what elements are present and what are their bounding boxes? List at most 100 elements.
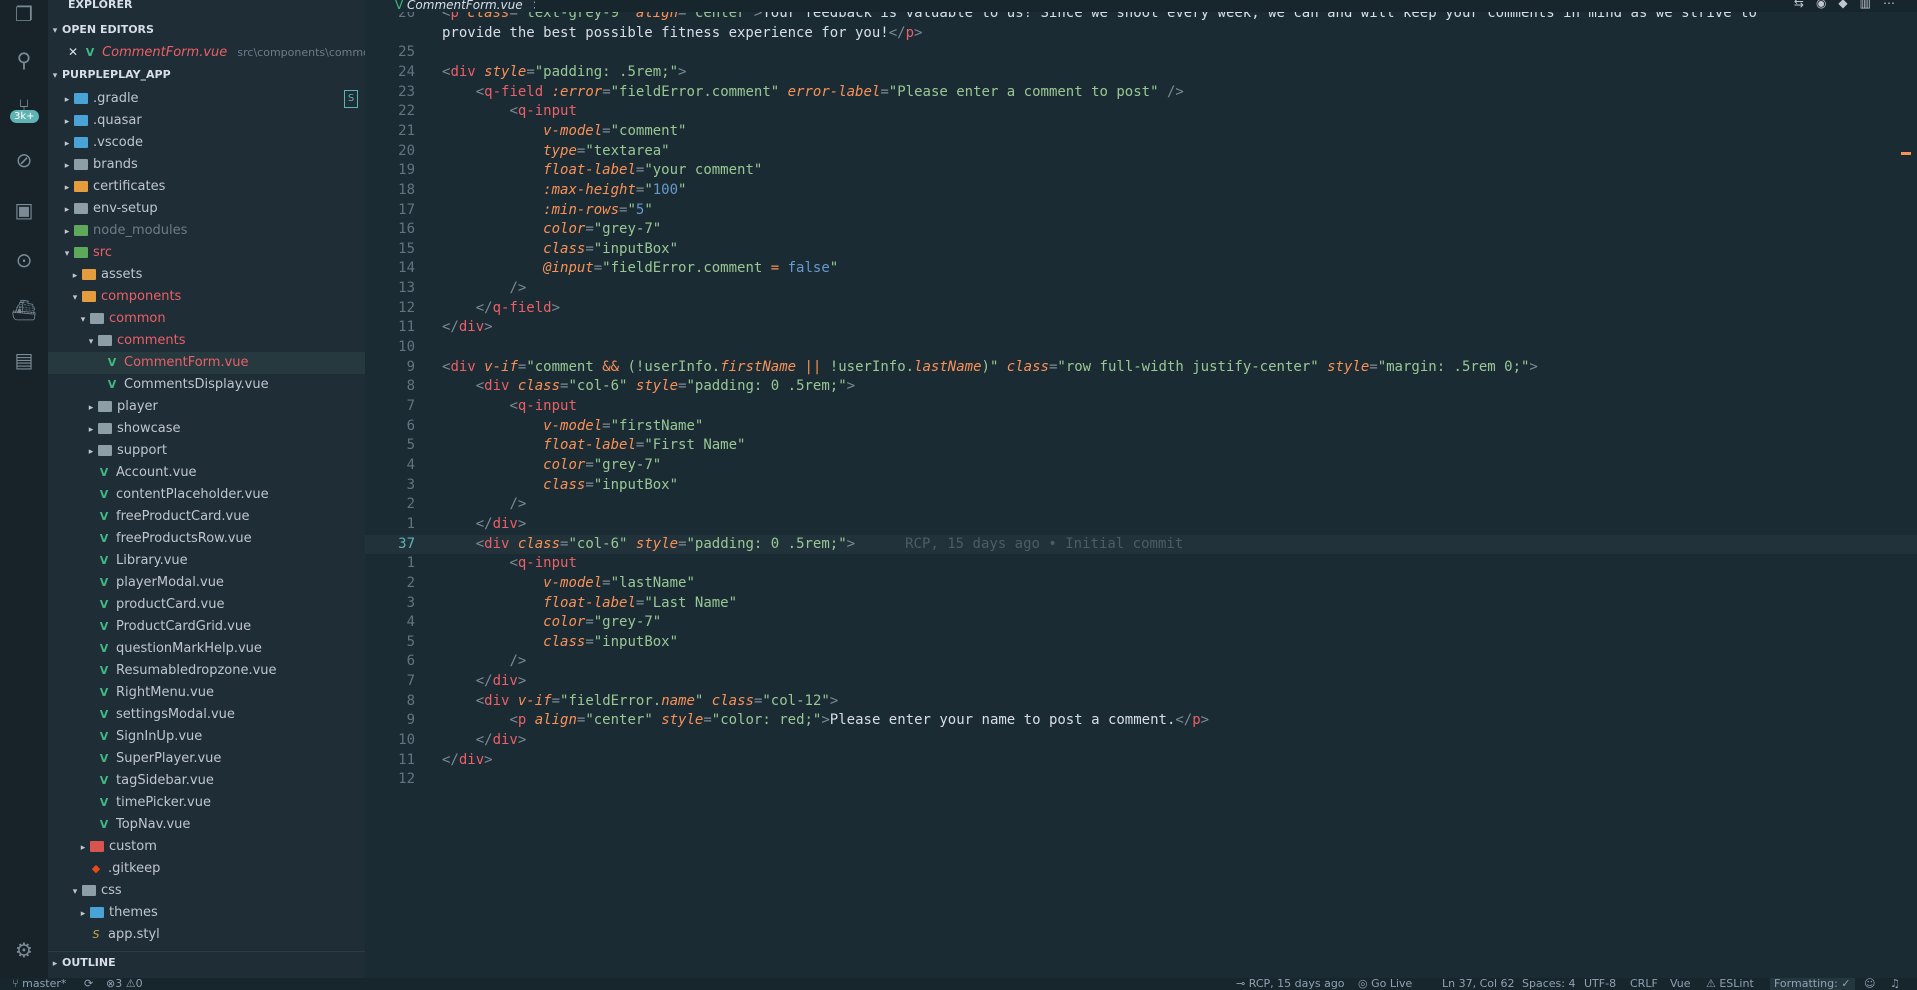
code-line[interactable]: 6 v-model="firstName" (365, 417, 1917, 437)
git-icon[interactable]: ◆ (1838, 0, 1859, 10)
tree-folder[interactable]: ▾ components (48, 286, 365, 308)
formatting-indicator[interactable]: Formatting: ✓ (1770, 978, 1855, 990)
code-line[interactable]: 9 <div v-if="comment && (!userInfo.firstN… (365, 358, 1917, 378)
code-line[interactable]: 9 <p align="center" style="color: red;">… (365, 711, 1917, 731)
problems-indicator[interactable]: ⊗3 ⚠0 (106, 978, 143, 990)
tree-file[interactable]: V CommentsDisplay.vue (48, 374, 365, 396)
code-line[interactable]: 26 <p class="text-grey-9" align="center">… (365, 12, 1917, 24)
code-line[interactable]: 12 </q-field> (365, 299, 1917, 319)
tree-file[interactable]: V Library.vue (48, 550, 365, 572)
tree-folder[interactable]: ▸ themes (48, 902, 365, 924)
tree-file[interactable]: Sapp.styl (48, 924, 365, 946)
tree-file[interactable]: V RightMenu.vue (48, 682, 365, 704)
tree-folder[interactable]: ▸ brands (48, 154, 365, 176)
tree-file[interactable]: VplayerModal.vue (48, 572, 365, 594)
tree-file[interactable]: V SuperPlayer.vue (48, 748, 365, 770)
code-line[interactable]: 3 class="inputBox" (365, 476, 1917, 496)
code-editor[interactable]: 26 <p class="text-grey-9" align="center">… (365, 12, 1917, 978)
code-line[interactable]: 13 /> (365, 279, 1917, 299)
code-line[interactable]: 24 <div style="padding: .5rem;"> (365, 63, 1917, 83)
code-line[interactable]: 2 v-model="lastName" (365, 574, 1917, 594)
close-icon[interactable]: ✕ (68, 45, 78, 59)
tree-file[interactable]: VfreeProductsRow.vue (48, 528, 365, 550)
branch-indicator[interactable]: ⑂ master* (12, 978, 66, 990)
files-icon[interactable]: ❐ (10, 0, 38, 28)
code-line[interactable]: 1 </div> (365, 515, 1917, 535)
tree-file[interactable]: V Resumabledropzone.vue (48, 660, 365, 682)
code-line[interactable]: 17 :min-rows="5" (365, 201, 1917, 221)
project-manager-icon[interactable]: ▤ (10, 346, 38, 374)
blame-indicator[interactable]: ⊸ RCP, 15 days ago (1236, 978, 1345, 990)
encoding[interactable]: UTF-8 (1584, 978, 1616, 990)
tree-folder[interactable]: ▾ src (48, 242, 365, 264)
compare-icon[interactable]: ⇆ (1794, 0, 1816, 10)
tree-file[interactable]: V TopNav.vue (48, 814, 365, 836)
tree-folder[interactable]: ▸ showcase (48, 418, 365, 440)
code-line[interactable]: 4 color="grey-7" (365, 613, 1917, 633)
code-line[interactable]: 8 <div v-if="fieldError.name" class="col… (365, 692, 1917, 712)
code-line[interactable]: 11 </div> (365, 751, 1917, 771)
code-line[interactable]: 14 @input="fieldError.comment = false" (365, 259, 1917, 279)
code-line[interactable]: 3 float-label="Last Name" (365, 594, 1917, 614)
code-line[interactable]: 8 <div class="col-6" style="padding: 0 .… (365, 377, 1917, 397)
tree-folder[interactable]: ▸ custom (48, 836, 365, 858)
code-line[interactable]: 22 <q-input (365, 102, 1917, 122)
tree-file[interactable]: V ProductCardGrid.vue (48, 616, 365, 638)
code-line[interactable]: 7 </div> (365, 672, 1917, 692)
git-history-icon[interactable]: ⊙ (10, 246, 38, 274)
search-icon[interactable]: ⚲ (10, 46, 38, 74)
close-icon[interactable]: × (532, 0, 535, 12)
split-editor-icon[interactable]: ▥ (1860, 0, 1883, 10)
tab-commentform[interactable]: V CommentForm.vue × (365, 0, 535, 12)
code-line[interactable]: 7 <q-input (365, 397, 1917, 417)
code-line[interactable]: 18 :max-height="100" (365, 181, 1917, 201)
tree-file[interactable]: VquestionMarkHelp.vue (48, 638, 365, 660)
code-line[interactable]: 10 </div> (365, 731, 1917, 751)
indentation[interactable]: Spaces: 4 (1522, 978, 1575, 990)
code-line[interactable]: 20 type="textarea" (365, 142, 1917, 162)
code-line[interactable]: 2 /> (365, 495, 1917, 515)
debug-icon[interactable]: ⊘ (10, 146, 38, 174)
tree-file[interactable]: VcontentPlaceholder.vue (48, 484, 365, 506)
code-line[interactable]: 6 /> (365, 652, 1917, 672)
notifications-icon[interactable]: ♫ (1890, 978, 1900, 990)
code-line[interactable]: 1 <q-input (365, 554, 1917, 574)
tree-folder[interactable]: ▸ assets (48, 264, 365, 286)
tree-folder[interactable]: ▸ certificates (48, 176, 365, 198)
sync-icon[interactable]: ⟳ (84, 978, 93, 990)
tree-file[interactable]: VtimePicker.vue (48, 792, 365, 814)
settings-gear-icon[interactable]: ⚙ (10, 936, 38, 964)
code-line[interactable]: 12 (365, 770, 1917, 790)
outline-header[interactable]: ▸ OUTLINE (48, 951, 365, 974)
tree-file[interactable]: V SignInUp.vue (48, 726, 365, 748)
tree-file[interactable]: VfreeProductCard.vue (48, 506, 365, 528)
code-line[interactable]: 21 v-model="comment" (365, 122, 1917, 142)
code-line[interactable]: provide the best possible fitness experi… (365, 24, 1917, 44)
open-editor-item[interactable]: ✕ V CommentForm.vue src\components\common\… (48, 41, 365, 63)
language-mode[interactable]: Vue (1670, 978, 1691, 990)
tree-file[interactable]: VsettingsModal.vue (48, 704, 365, 726)
tree-folder[interactable]: ▸ .quasar (48, 110, 365, 132)
extensions-icon[interactable]: ▣ (10, 196, 38, 224)
tree-folder[interactable]: ▸ node_modules (48, 220, 365, 242)
tree-file[interactable]: V Account.vue (48, 462, 365, 484)
tree-file[interactable]: ◆ .gitkeep (48, 858, 365, 880)
tree-folder[interactable]: ▾ css (48, 880, 365, 902)
code-line[interactable]: 19 float-label="your comment" (365, 161, 1917, 181)
tree-folder[interactable]: ▾ comments (48, 330, 365, 352)
code-line[interactable]: 37 <div class="col-6" style="padding: 0 … (365, 534, 1917, 555)
tree-folder[interactable]: ▸ .gradle (48, 88, 365, 110)
open-editors-header[interactable]: ▾ OPEN EDITORS (48, 19, 365, 41)
code-line[interactable]: 15 class="inputBox" (365, 240, 1917, 260)
code-line[interactable]: 10 (365, 338, 1917, 358)
code-line[interactable]: 23 <q-field :error="fieldError.comment" … (365, 83, 1917, 103)
cursor-position[interactable]: Ln 37, Col 62 (1442, 978, 1515, 990)
line-ending[interactable]: CRLF (1630, 978, 1658, 990)
tree-file[interactable]: VtagSidebar.vue (48, 770, 365, 792)
tree-folder[interactable]: ▸ env-setup (48, 198, 365, 220)
go-live-button[interactable]: ◎ Go Live (1358, 978, 1412, 990)
preview-icon[interactable]: ◉ (1816, 0, 1838, 10)
tree-file[interactable]: V CommentForm.vue (48, 352, 365, 374)
code-line[interactable]: 5 class="inputBox" (365, 633, 1917, 653)
code-line[interactable]: 4 color="grey-7" (365, 456, 1917, 476)
